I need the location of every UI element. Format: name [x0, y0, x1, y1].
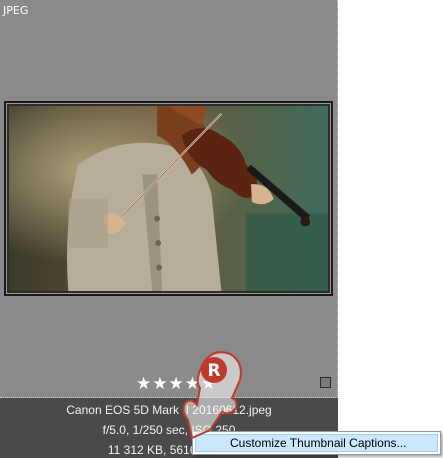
photo-frame[interactable]: [4, 101, 333, 296]
selection-checkbox[interactable]: [320, 377, 331, 388]
right-click-badge-letter: R: [207, 361, 220, 381]
file-format-label: JPEG: [3, 4, 29, 17]
caption-camera-filename: Canon EOS 5D Mark II 20160612.jpeg: [66, 403, 272, 417]
hand-pointer-icon: R: [182, 351, 242, 440]
thumbnail-cell[interactable]: JPEG ★★★★★: [0, 0, 338, 398]
thumbnail-image[interactable]: [9, 106, 328, 291]
